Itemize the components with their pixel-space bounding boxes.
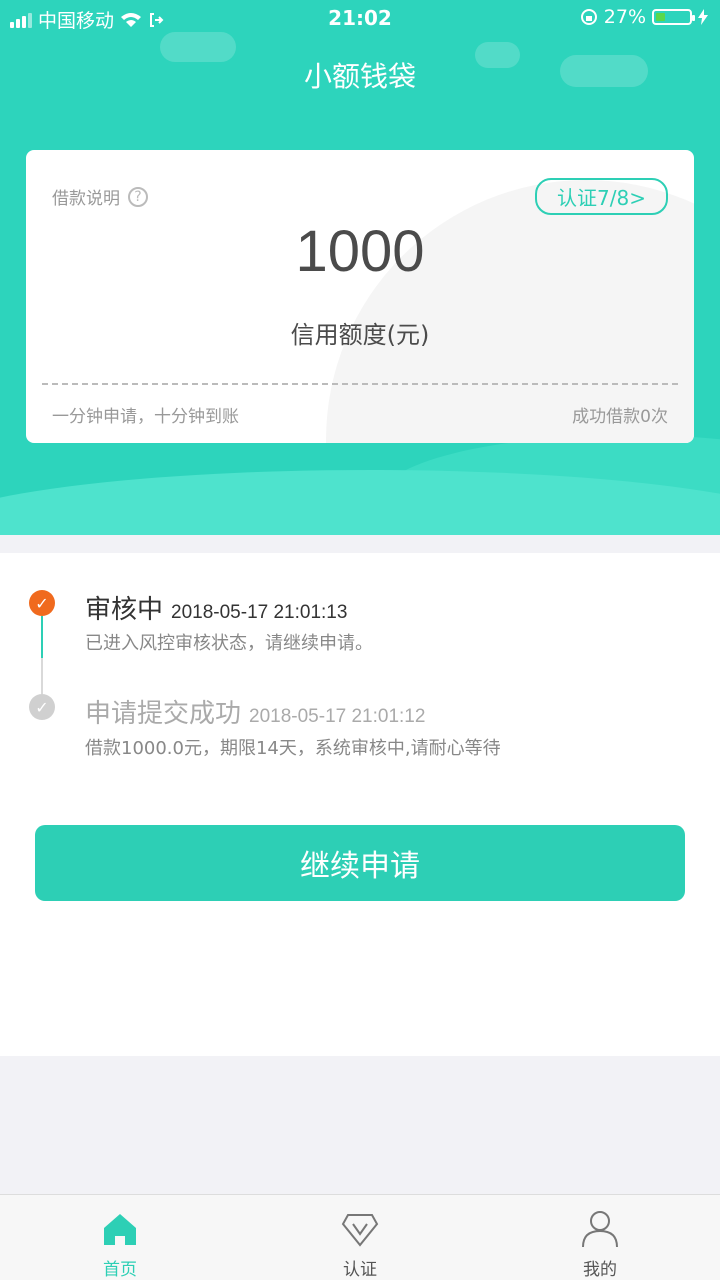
- timeline-step-reviewing: 审核中 2018-05-17 21:01:13: [85, 589, 347, 626]
- step-done-check-icon: ✓: [29, 694, 55, 720]
- credit-amount: 1000: [295, 219, 425, 284]
- hill-decoration: [0, 470, 720, 535]
- rotation-lock-icon: [580, 9, 597, 25]
- tab-label: 认证: [343, 1260, 377, 1280]
- question-icon[interactable]: ?: [128, 186, 148, 207]
- timeline-connector: [41, 658, 43, 694]
- dashed-divider: [42, 383, 678, 385]
- step-time: 2018-05-17 21:01:13: [171, 602, 348, 623]
- credit-card: 借款说明 ? 认证7/8> 1000 信用额度(元) 一分钟申请，十分钟到账 成…: [26, 150, 694, 443]
- tab-mine[interactable]: 我的: [480, 1195, 720, 1280]
- tab-label: 首页: [103, 1260, 137, 1280]
- credit-amount-label: 信用额度(元): [290, 321, 430, 349]
- step-title: 审核中: [85, 595, 164, 625]
- continue-apply-button[interactable]: 继续申请: [35, 825, 685, 901]
- hero-header: 中国移动 21:02 27% 小额钱袋 借款说明 ? 认证7/8> 1000 信…: [0, 0, 720, 535]
- battery-percent: 27%: [603, 6, 646, 28]
- step-title: 申请提交成功: [85, 699, 242, 729]
- status-bar: 中国移动 21:02 27%: [0, 0, 720, 36]
- slogan-text: 一分钟申请，十分钟到账: [52, 407, 239, 427]
- tab-home[interactable]: 首页: [0, 1195, 240, 1280]
- tab-certify[interactable]: 认证: [240, 1195, 480, 1280]
- certify-icon: [341, 1214, 379, 1247]
- loan-info-link[interactable]: 借款说明 ?: [52, 184, 148, 209]
- step-active-check-icon: ✓: [29, 590, 55, 616]
- step-description: 已进入风控审核状态，请继续申请。: [85, 633, 373, 654]
- main-content: ✓ 审核中 2018-05-17 21:01:13 已进入风控审核状态，请继续申请…: [0, 553, 720, 1056]
- timeline-step-submitted: 申请提交成功 2018-05-17 21:01:12: [85, 693, 425, 730]
- success-count: 成功借款0次: [572, 407, 668, 427]
- charging-icon: [698, 9, 708, 25]
- person-icon: [582, 1211, 618, 1248]
- step-description: 借款1000.0元，期限14天，系统审核中,请耐心等待: [85, 738, 501, 759]
- battery-icon: [652, 9, 695, 25]
- tab-bar: 首页 认证 我的: [0, 1194, 720, 1280]
- step-time: 2018-05-17 21:01:12: [249, 706, 426, 727]
- tab-label: 我的: [583, 1260, 617, 1280]
- loan-info-label: 借款说明: [52, 189, 120, 209]
- home-icon: [104, 1214, 136, 1245]
- certification-progress-button[interactable]: 认证7/8>: [535, 178, 668, 215]
- page-title: 小额钱袋: [303, 60, 416, 93]
- timeline-connector: [41, 616, 43, 658]
